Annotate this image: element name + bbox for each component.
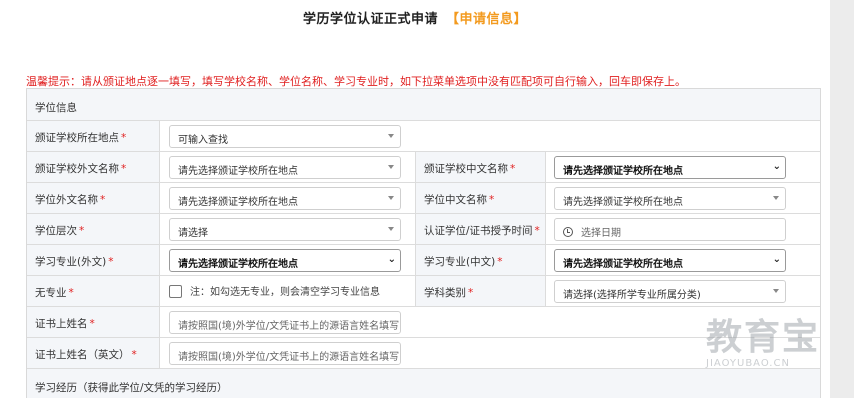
watermark-en: JIAOYUBAO.CN [706, 358, 790, 369]
issuing-location-select[interactable]: 可输入查找 [169, 125, 401, 148]
caret-down-icon [773, 196, 779, 200]
label-school-foreign-name: 颁证学校外文名称 * [27, 152, 160, 182]
caret-down-icon [773, 289, 779, 293]
label-certificate-name: 证书上姓名 * [27, 307, 160, 337]
certificate-name-en-input[interactable]: 请按照国(境)外学位/文凭证书上的源语言姓名填写 [169, 342, 401, 365]
row-no-major: 无专业 * 注：如勾选无专业，则会清空学习专业信息 学科类别 * 请选择(选择所学专… [27, 276, 820, 307]
label-degree-chinese-name: 学位中文名称 * [415, 183, 546, 213]
row-certificate-name: 证书上姓名 * 请按照国(境)外学位/文凭证书上的源语言姓名填写 [27, 307, 820, 338]
page-title-accent: 【申请信息】 [446, 12, 528, 27]
label-certificate-name-en: 证书上姓名（英文） * [27, 338, 160, 368]
certificate-name-input[interactable]: 请按照国(境)外学位/文凭证书上的源语言姓名填写 [169, 311, 401, 334]
label-major-foreign: 学习专业(外文) * [27, 245, 160, 275]
section-study-history: 学习经历（获得此学位/文凭的学习经历） [27, 369, 820, 398]
caret-down-icon [388, 196, 394, 200]
label-award-date: 认证学位/证书授予时间 * [415, 214, 546, 244]
section-degree-info: 学位信息 [27, 89, 820, 121]
label-degree-level: 学位层次 * [27, 214, 160, 244]
row-degree-name: 学位外文名称 * 请先选择颁证学校所在地点 学位中文名称 * 请先选择颁证学校所在地… [27, 183, 820, 214]
label-subject-category: 学科类别 * [415, 276, 546, 306]
chevron-down-icon: ⌄ [387, 254, 396, 265]
degree-foreign-name-select[interactable]: 请先选择颁证学校所在地点 [169, 187, 401, 210]
label-no-major: 无专业 * [27, 276, 160, 306]
warm-hint: 温馨提示：请从颁证地点逐一填写，填写学校名称、学位名称、学习专业时，如下拉菜单选… [26, 75, 686, 88]
caret-down-icon [388, 165, 394, 169]
major-foreign-select[interactable]: 请先选择颁证学校所在地点 ⌄ [169, 249, 401, 272]
subject-category-select[interactable]: 请选择(选择所学专业所属分类) [554, 280, 786, 303]
page-title-main: 学历学位认证正式申请 [302, 12, 438, 27]
no-major-note: 注：如勾选无专业，则会清空学习专业信息 [190, 287, 380, 298]
row-issuing-location: 颁证学校所在地点 * 可输入查找 [27, 121, 820, 152]
watermark-cn: 教育宝 [706, 317, 821, 358]
school-chinese-name-select[interactable]: 请先选择颁证学校所在地点 ⌄ [554, 156, 786, 179]
school-foreign-name-select[interactable]: 请先选择颁证学校所在地点 [169, 156, 401, 179]
row-major: 学习专业(外文) * 请先选择颁证学校所在地点 ⌄ 学习专业(中文) * 请先选择颁证… [27, 245, 820, 276]
award-date-picker[interactable]: 选择日期 [554, 218, 786, 241]
chevron-down-icon: ⌄ [772, 254, 781, 265]
degree-level-select[interactable]: 请选择 [169, 218, 401, 241]
degree-chinese-name-select[interactable]: 请先选择颁证学校所在地点 [554, 187, 786, 210]
chevron-down-icon: ⌄ [772, 161, 781, 172]
page-title: 学历学位认证正式申请 【申请信息】 [0, 8, 830, 27]
row-school-name: 颁证学校外文名称 * 请先选择颁证学校所在地点 颁证学校中文名称 * 请先选择颁证学… [27, 152, 820, 183]
label-school-chinese-name: 颁证学校中文名称 * [415, 152, 546, 182]
application-form: 学位信息 颁证学校所在地点 * 可输入查找 颁证学校外文名称 * 请先选择颁证学校所… [26, 88, 821, 398]
major-chinese-select[interactable]: 请先选择颁证学校所在地点 ⌄ [554, 249, 786, 272]
label-issuing-location: 颁证学校所在地点 * [27, 121, 160, 151]
caret-down-icon [388, 134, 394, 138]
row-certificate-name-en: 证书上姓名（英文） * 请按照国(境)外学位/文凭证书上的源语言姓名填写 [27, 338, 820, 369]
clock-icon [563, 227, 573, 237]
caret-down-icon [388, 227, 394, 231]
label-degree-foreign-name: 学位外文名称 * [27, 183, 160, 213]
watermark-logo: 教育宝 JIAOYUBAO.CN [706, 318, 836, 378]
label-major-chinese: 学习专业(中文) * [415, 245, 546, 275]
no-major-checkbox-row[interactable]: 注：如勾选无专业，则会清空学习专业信息 [169, 283, 380, 298]
no-major-checkbox[interactable] [169, 285, 182, 298]
row-degree-level: 学位层次 * 请选择 认证学位/证书授予时间 * 选择日期 [27, 214, 820, 245]
